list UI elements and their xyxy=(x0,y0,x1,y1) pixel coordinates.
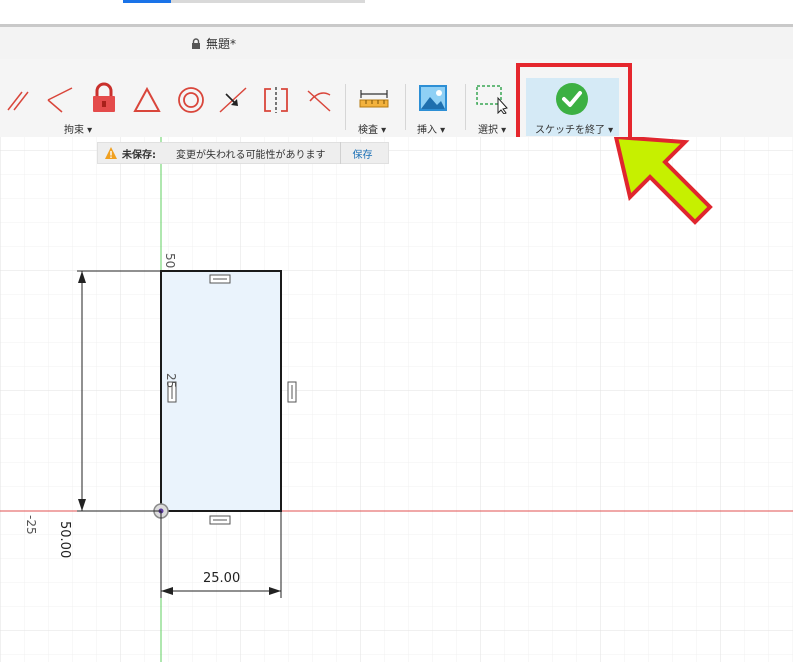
document-title-text: 無題* xyxy=(206,37,237,51)
tangent-icon[interactable] xyxy=(4,86,32,114)
height-dimension-value[interactable]: 50.00 xyxy=(57,521,72,558)
constraint-group-menu[interactable]: 拘束 ▾ xyxy=(64,121,92,136)
curvature-icon[interactable] xyxy=(304,85,334,115)
triangle-icon[interactable] xyxy=(133,86,161,114)
finish-sketch-highlight xyxy=(516,63,632,147)
select-group-menu[interactable]: 選択 ▾ xyxy=(478,121,506,136)
toolbar-divider xyxy=(405,84,406,130)
sketch-rectangle xyxy=(160,270,282,512)
width-dimension-value[interactable]: 25.00 xyxy=(203,571,240,586)
horizontal-constraint-bottom xyxy=(209,515,231,525)
notice-divider xyxy=(339,142,341,164)
sketch-drawing xyxy=(0,137,793,662)
lock-icon xyxy=(192,37,200,49)
constraint-group-label: 拘束 xyxy=(64,125,84,136)
vertical-constraint-right xyxy=(287,381,297,403)
save-link[interactable]: 保存 xyxy=(353,146,373,161)
unsaved-label: 未保存: xyxy=(122,149,156,161)
perpendicular-icon[interactable] xyxy=(46,86,74,114)
midpoint-icon[interactable] xyxy=(218,86,248,114)
insert-image-icon[interactable] xyxy=(418,84,448,112)
insert-group-menu[interactable]: 挿入 ▾ xyxy=(417,121,445,136)
axis-label-left: -25 xyxy=(24,515,38,535)
unsaved-notice: 未保存: 変更が失われる可能性があります 保存 xyxy=(97,142,389,164)
axis-label-mid: 25 xyxy=(164,373,178,389)
browser-tab-strip xyxy=(0,0,793,24)
horizontal-constraint-top xyxy=(209,274,231,284)
toolbar-divider xyxy=(345,84,346,130)
symmetry-icon[interactable] xyxy=(261,85,291,115)
concentric-icon[interactable] xyxy=(176,85,206,115)
axis-label-top: 50 xyxy=(163,253,177,269)
inspect-group-menu[interactable]: 検査 ▾ xyxy=(358,121,386,136)
sketch-canvas[interactable]: 50.00 25.00 50 25 -25 xyxy=(0,137,793,662)
warning-icon xyxy=(105,147,117,159)
document-title: 無題* xyxy=(190,35,236,52)
select-icon[interactable] xyxy=(475,84,509,114)
tab-underline xyxy=(123,0,365,3)
measure-icon[interactable] xyxy=(358,86,390,110)
constraint-lock-icon[interactable] xyxy=(89,82,119,114)
title-bar: 無題* xyxy=(0,27,793,59)
inspect-group-label: 検査 xyxy=(358,125,378,136)
active-tab-indicator[interactable] xyxy=(123,0,171,3)
grid-major xyxy=(0,137,793,662)
select-group-label: 選択 xyxy=(478,125,498,136)
unsaved-message: 変更が失われる可能性があります xyxy=(176,149,326,161)
toolbar-divider xyxy=(465,84,466,130)
insert-group-label: 挿入 xyxy=(417,125,437,136)
